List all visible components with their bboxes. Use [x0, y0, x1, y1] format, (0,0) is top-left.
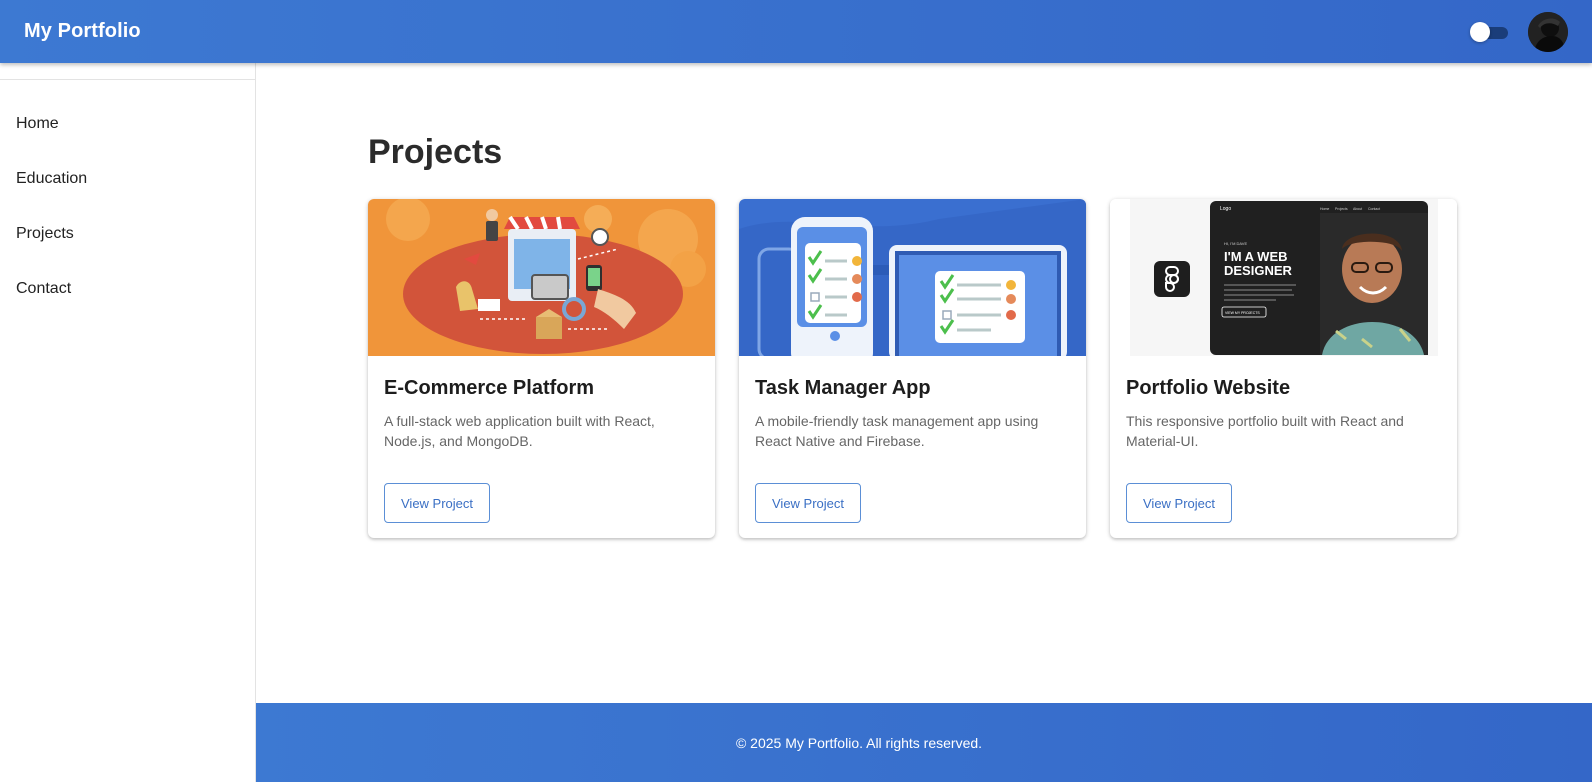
- preview-nav-item: Home: [1320, 207, 1329, 211]
- project-image-task-manager: [739, 199, 1086, 356]
- main-content: Projects E-Commerce Platform A full-stac…: [256, 63, 1592, 703]
- project-title: Portfolio Website: [1126, 377, 1291, 399]
- sidebar: Home Education Projects Contact: [0, 63, 256, 782]
- sidebar-item-contact[interactable]: Contact: [0, 261, 255, 316]
- portfolio-preview-icon: Logo Home Projects About Contact HI, I'M…: [1110, 199, 1457, 356]
- brand-title[interactable]: My Portfolio: [24, 20, 141, 43]
- task-manager-illustration-icon: [739, 199, 1086, 356]
- footer: © 2025 My Portfolio. All rights reserved…: [256, 703, 1592, 782]
- ecommerce-illustration-icon: [368, 199, 715, 356]
- view-project-button[interactable]: View Project: [384, 483, 491, 523]
- preview-nav-item: Projects: [1335, 207, 1348, 211]
- preview-nav-item: Contact: [1368, 207, 1380, 211]
- sidebar-item-education[interactable]: Education: [0, 151, 255, 206]
- project-description: A mobile-friendly task management app us…: [755, 413, 1039, 449]
- project-grid: E-Commerce Platform A full-stack web app…: [368, 199, 1457, 538]
- theme-toggle[interactable]: [1470, 21, 1510, 43]
- preview-nav-item: About: [1353, 207, 1362, 211]
- project-image-portfolio: Logo Home Projects About Contact HI, I'M…: [1110, 199, 1457, 356]
- sidebar-item-home[interactable]: Home: [0, 96, 255, 151]
- view-project-button[interactable]: View Project: [1126, 483, 1233, 523]
- project-card: Task Manager App A mobile-friendly task …: [739, 199, 1086, 538]
- view-project-button[interactable]: View Project: [755, 483, 862, 523]
- avatar[interactable]: [1528, 11, 1568, 52]
- project-description: A full-stack web application built with …: [384, 413, 655, 449]
- sidebar-nav: Home Education Projects Contact: [0, 80, 255, 316]
- project-image-ecommerce: [368, 199, 715, 356]
- toggle-thumb: [1470, 21, 1490, 42]
- app-bar: My Portfolio: [0, 0, 1592, 63]
- app-bar-actions: [1470, 11, 1568, 52]
- project-description: This responsive portfolio built with Rea…: [1126, 413, 1404, 449]
- copyright-text: © 2025 My Portfolio. All rights reserved…: [735, 734, 983, 751]
- preview-eyebrow: HI, I'M DAVE: [1224, 241, 1247, 246]
- preview-heading: I'M A WEB: [1224, 249, 1288, 264]
- project-title: E-Commerce Platform: [384, 377, 595, 399]
- project-title: Task Manager App: [755, 377, 931, 399]
- sidebar-item-projects[interactable]: Projects: [0, 206, 255, 261]
- preview-cta: VIEW MY PROJECTS: [1225, 311, 1260, 315]
- user-avatar-icon: [1528, 11, 1568, 52]
- project-card: Logo Home Projects About Contact HI, I'M…: [1110, 199, 1457, 538]
- preview-heading: DESIGNER: [1224, 263, 1293, 278]
- preview-logo: Logo: [1220, 206, 1231, 212]
- page-title: Projects: [368, 133, 503, 171]
- project-card: E-Commerce Platform A full-stack web app…: [368, 199, 715, 538]
